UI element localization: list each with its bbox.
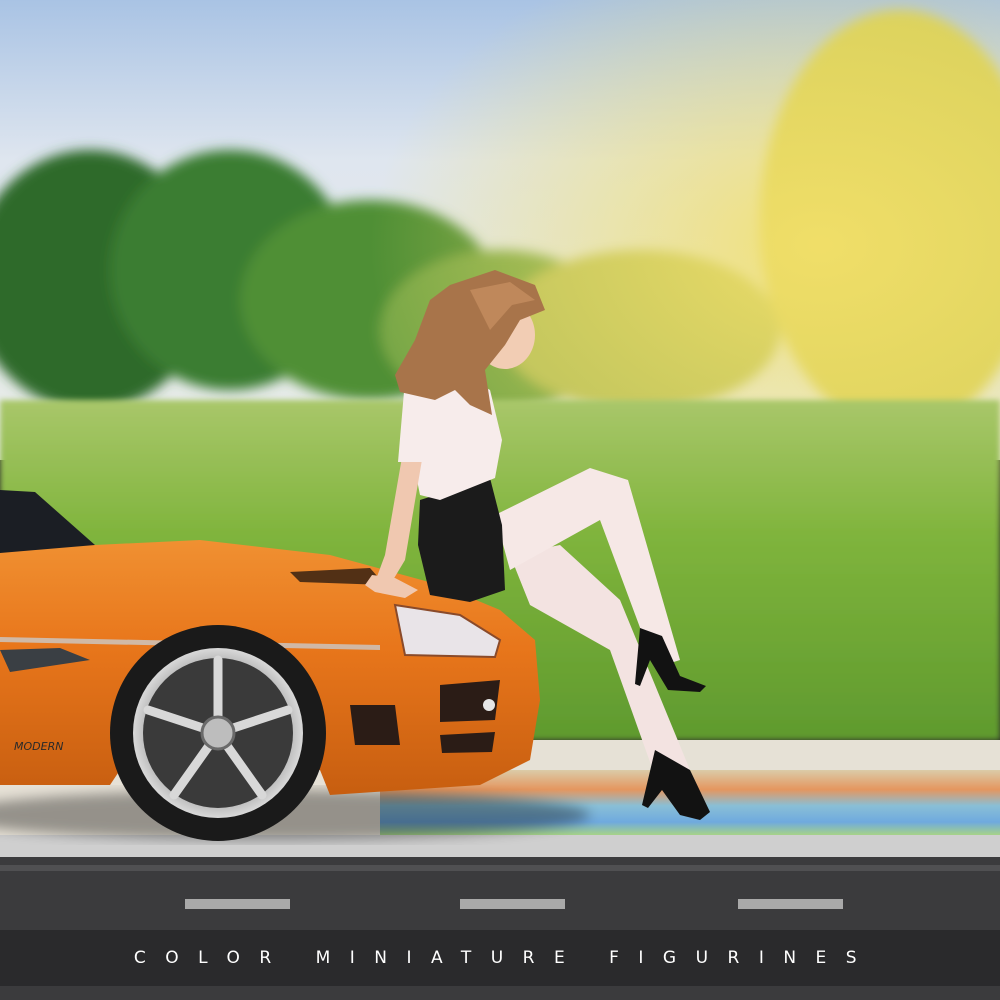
bumper-vent xyxy=(350,705,400,745)
road-dash xyxy=(738,899,843,909)
curb xyxy=(0,835,1000,857)
brand-banner: COLOR MINIATURE FIGURINES xyxy=(0,930,1000,986)
wheel-hub xyxy=(200,715,236,751)
road-dash xyxy=(185,899,290,909)
road-dash xyxy=(460,899,565,909)
product-photo: MODERN COLOR MINIATURE FIGURINES xyxy=(0,0,1000,1000)
brand-tagline: COLOR MINIATURE FIGURINES xyxy=(133,948,877,968)
road-edge-line xyxy=(0,865,1000,871)
scene-illustration: MODERN xyxy=(0,0,1000,1000)
car-badge-text: MODERN xyxy=(14,740,63,753)
fog-light xyxy=(483,699,495,711)
bumper-vent xyxy=(440,732,495,753)
